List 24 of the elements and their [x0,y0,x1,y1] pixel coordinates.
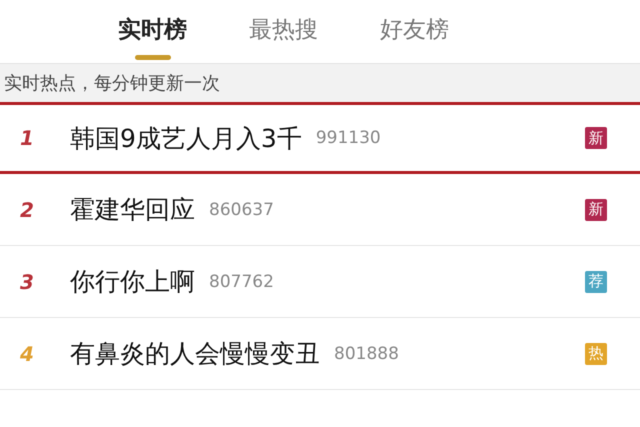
hot-search-row[interactable]: 2 霍建华回应 860637 新 [0,174,640,246]
rank-number: 2 [19,198,35,222]
search-count: 991130 [316,128,381,148]
search-count: 801888 [334,344,399,364]
topic-badge: 新 [585,127,607,149]
topic-title: 你行你上啊 [70,266,195,298]
topic-title: 韩国9成艺人月入3千 [70,122,302,154]
notice-bar: 实时热点，每分钟更新一次 [0,63,640,102]
topic-badge: 新 [585,198,607,220]
hot-search-row[interactable]: 3 你行你上啊 807762 荐 [0,246,640,318]
rank-number: 4 [19,342,35,366]
topic-title: 霍建华回应 [70,194,195,226]
rank-number: 3 [19,270,35,294]
hot-search-row[interactable]: 1 韩国9成艺人月入3千 991130 新 [0,102,640,174]
tab[interactable]: 最热搜 [249,0,318,63]
topic-badge: 热 [585,342,607,364]
search-count: 860637 [209,200,274,220]
hot-search-row[interactable]: 4 有鼻炎的人会慢慢变丑 801888 热 [0,318,640,390]
topic-title: 有鼻炎的人会慢慢变丑 [70,338,320,370]
topic-badge: 荐 [585,270,607,292]
tab[interactable]: 实时榜 [118,0,187,63]
rank-number: 1 [19,126,35,150]
search-count: 807762 [209,272,274,292]
tab[interactable]: 好友榜 [380,0,449,63]
